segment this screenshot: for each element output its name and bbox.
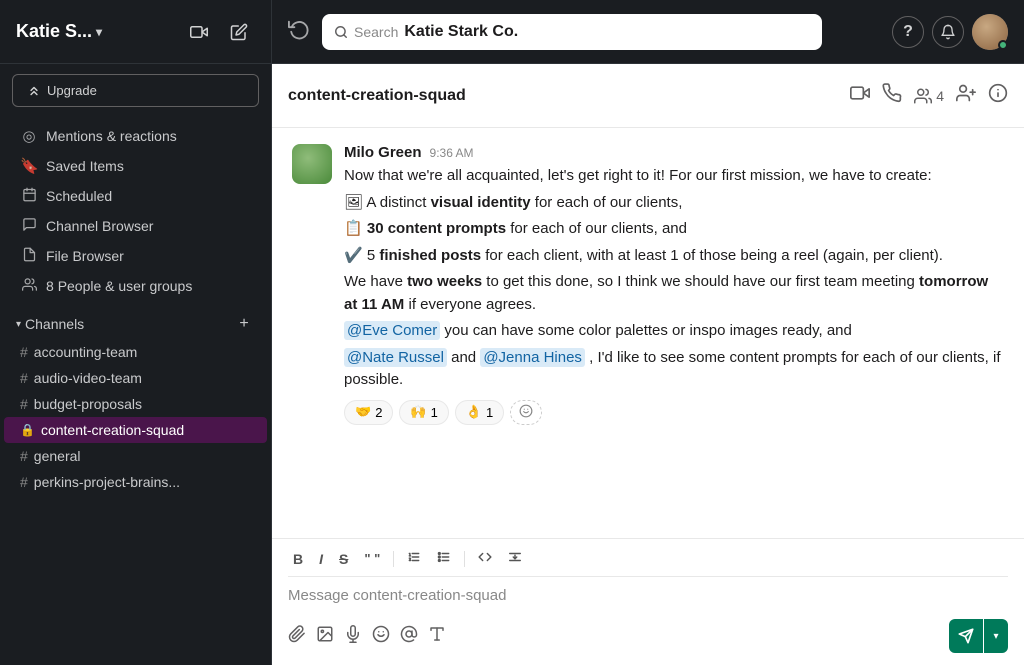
messages-area: Milo Green 9:36 AM Now that we're all ac… <box>272 128 1024 538</box>
people-icon <box>20 277 38 295</box>
main-header: Search Katie Stark Co. ? <box>272 0 1024 64</box>
code-button[interactable] <box>473 547 497 570</box>
saved-icon: 🔖 <box>20 157 38 175</box>
mention-button[interactable] <box>400 625 418 648</box>
channel-item-audio[interactable]: # audio-video-team <box>4 365 267 391</box>
message-input[interactable]: Message content-creation-squad <box>288 583 1008 615</box>
channels-section-header[interactable]: ▾ Channels + <box>0 305 271 339</box>
video-icon[interactable] <box>850 83 870 108</box>
sidebar-header: Katie S... ▾ <box>0 0 272 64</box>
sidebar-nav: ◎ Mentions & reactions 🔖 Saved Items Sch… <box>0 117 271 305</box>
history-button[interactable] <box>288 18 310 46</box>
reaction-ok[interactable]: 👌 1 <box>455 400 504 425</box>
ordered-list-button[interactable] <box>402 547 426 570</box>
channel-title: content-creation-squad <box>288 87 850 105</box>
header-icons <box>183 16 255 48</box>
indent-button[interactable] <box>503 547 527 570</box>
sidebar-item-people[interactable]: 8 People & user groups <box>4 271 267 301</box>
message-content: Milo Green 9:36 AM Now that we're all ac… <box>344 144 1004 425</box>
channel-item-content-creation[interactable]: 🔒 content-creation-squad <box>4 417 267 443</box>
unordered-list-button[interactable] <box>432 547 456 570</box>
user-avatar[interactable] <box>972 14 1008 50</box>
send-button[interactable] <box>949 619 983 653</box>
mention-nate[interactable]: @Nate Russel <box>344 348 447 367</box>
search-label: Search <box>354 24 398 40</box>
message-header: Milo Green 9:36 AM <box>344 144 1004 161</box>
attachment-button[interactable] <box>288 625 306 648</box>
bold-button[interactable]: B <box>288 548 308 570</box>
send-button-group: ▾ <box>949 619 1008 653</box>
hash-icon: # <box>20 396 28 412</box>
compose-button[interactable] <box>223 16 255 48</box>
channel-browser-icon <box>20 217 38 235</box>
hash-icon: # <box>20 474 28 490</box>
blockquote-button[interactable]: " " <box>359 548 385 569</box>
italic-button[interactable]: I <box>314 548 328 570</box>
add-channel-button[interactable]: + <box>233 313 255 335</box>
hash-icon: # <box>20 448 28 464</box>
upgrade-button[interactable]: Upgrade <box>12 74 259 107</box>
header-right-icons: ? <box>892 14 1008 50</box>
channel-item-perkins[interactable]: # perkins-project-brains... <box>4 469 267 495</box>
phone-icon[interactable] <box>882 83 902 108</box>
media-button[interactable] <box>316 625 334 648</box>
chat-area: content-creation-squad 4 <box>272 64 1024 665</box>
workspace-chevron: ▾ <box>96 25 102 39</box>
toolbar-separator-2 <box>464 551 465 567</box>
workspace-name-text: Katie S... <box>16 21 92 42</box>
add-member-icon[interactable] <box>956 83 976 108</box>
file-browser-icon <box>20 247 38 265</box>
compose-footer: ▾ <box>288 615 1008 653</box>
chat-header-actions: 4 <box>850 83 1008 108</box>
add-reaction-button[interactable] <box>510 400 542 425</box>
send-dropdown-button[interactable]: ▾ <box>984 619 1008 653</box>
sidebar-item-scheduled[interactable]: Scheduled <box>4 181 267 211</box>
channels-toggle-icon: ▾ <box>16 319 21 330</box>
format-button[interactable] <box>428 625 446 648</box>
channels-list: # accounting-team # audio-video-team # b… <box>0 339 271 495</box>
scheduled-icon <box>20 187 38 205</box>
channel-item-general[interactable]: # general <box>4 443 267 469</box>
message-time: 9:36 AM <box>430 146 474 160</box>
compose-area: B I S " " Message content-cr <box>272 538 1024 665</box>
compose-toolbar: B I S " " <box>288 547 1008 577</box>
mention-jenna[interactable]: @Jenna Hines <box>480 348 585 367</box>
hash-icon: # <box>20 370 28 386</box>
online-status-dot <box>998 40 1008 50</box>
search-bar[interactable]: Search Katie Stark Co. <box>322 14 822 50</box>
channel-item-budget[interactable]: # budget-proposals <box>4 391 267 417</box>
reaction-raised-hands[interactable]: 🙌 1 <box>399 400 448 425</box>
audio-button[interactable] <box>344 625 362 648</box>
toolbar-separator <box>393 551 394 567</box>
info-icon[interactable] <box>988 83 1008 108</box>
message: Milo Green 9:36 AM Now that we're all ac… <box>292 144 1004 425</box>
sidebar: Upgrade ◎ Mentions & reactions 🔖 Saved I… <box>0 64 272 665</box>
message-body: Now that we're all acquainted, let's get… <box>344 165 1004 392</box>
reactions: 🤝 2 🙌 1 👌 1 <box>344 400 1004 425</box>
video-call-button[interactable] <box>183 16 215 48</box>
message-author: Milo Green <box>344 144 422 161</box>
strikethrough-button[interactable]: S <box>334 548 353 570</box>
mentions-icon: ◎ <box>20 127 38 145</box>
notifications-button[interactable] <box>932 16 964 48</box>
help-button[interactable]: ? <box>892 16 924 48</box>
message-avatar <box>292 144 332 184</box>
sidebar-item-channel-browser[interactable]: Channel Browser <box>4 211 267 241</box>
members-badge[interactable]: 4 <box>914 87 944 105</box>
reaction-handshake[interactable]: 🤝 2 <box>344 400 393 425</box>
mention-eve[interactable]: @Eve Comer <box>344 321 440 340</box>
hash-icon: # <box>20 344 28 360</box>
sidebar-item-file-browser[interactable]: File Browser <box>4 241 267 271</box>
members-count: 4 <box>936 88 944 104</box>
sidebar-item-mentions[interactable]: ◎ Mentions & reactions <box>4 121 267 151</box>
sidebar-item-saved[interactable]: 🔖 Saved Items <box>4 151 267 181</box>
search-workspace: Katie Stark Co. <box>404 23 518 41</box>
lock-icon: 🔒 <box>20 423 35 437</box>
chat-header: content-creation-squad 4 <box>272 64 1024 128</box>
channel-item-accounting[interactable]: # accounting-team <box>4 339 267 365</box>
channels-label: Channels <box>25 316 84 332</box>
workspace-name[interactable]: Katie S... ▾ <box>16 21 183 42</box>
emoji-button[interactable] <box>372 625 390 648</box>
